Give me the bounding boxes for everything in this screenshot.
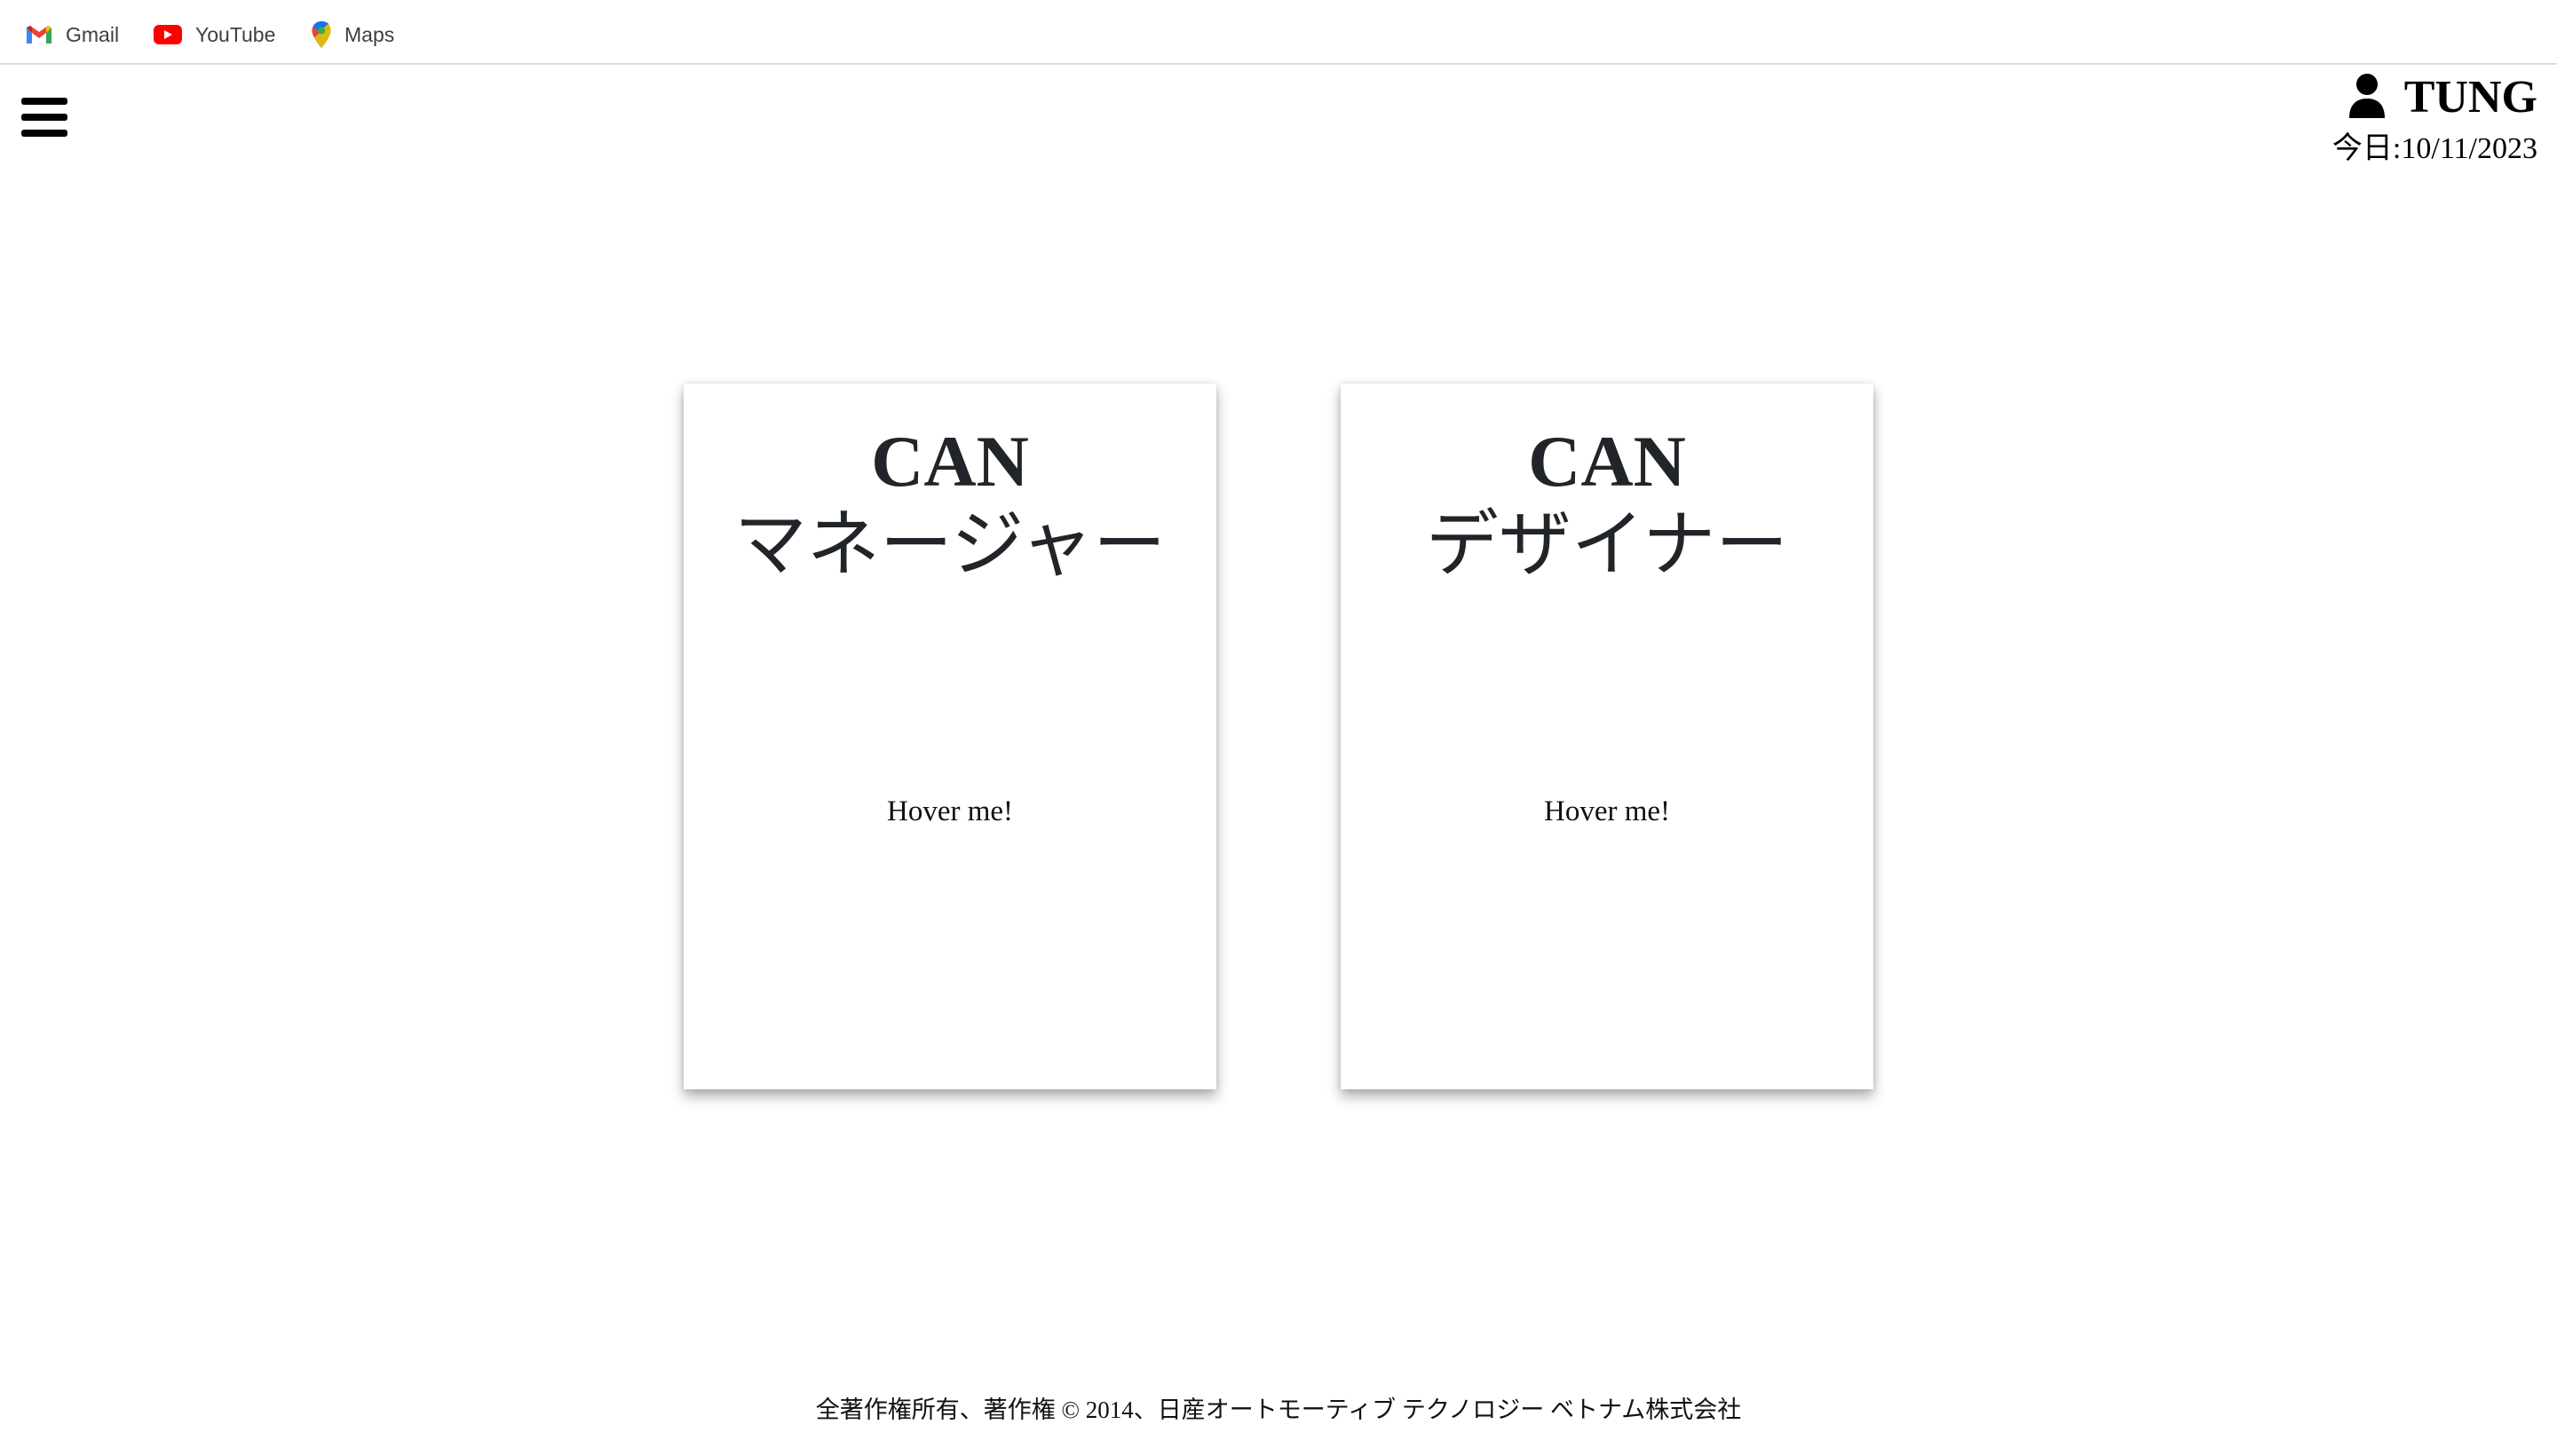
bookmark-gmail[interactable]: Gmail (25, 18, 119, 51)
hamburger-menu-icon[interactable] (21, 96, 67, 138)
card-subtitle: デザイナー (1425, 504, 1789, 585)
gmail-icon (25, 24, 53, 45)
bookmark-label: Maps (344, 22, 395, 46)
card-title: CAN (1528, 421, 1686, 502)
footer-copyright: 全著作権所有、著作権 © 2014、日産オートモーティブ テクノロジー ベトナム… (815, 1397, 1742, 1423)
card-hover-text: Hover me! (1543, 795, 1671, 827)
maps-icon (311, 20, 332, 49)
user-icon (2347, 73, 2387, 123)
card-can-designer[interactable]: CAN デザイナー Hover me! (1341, 384, 1873, 1089)
bookmark-youtube[interactable]: YouTube (153, 18, 275, 51)
card-subtitle: マネージャー (733, 504, 1167, 585)
bookmark-label: Gmail (66, 22, 120, 46)
user-info[interactable]: TUNG (2347, 71, 2537, 124)
bookmark-label: YouTube (195, 22, 276, 46)
card-hover-text: Hover me! (886, 795, 1014, 827)
card-can-manager[interactable]: CAN マネージャー Hover me! (684, 384, 1216, 1089)
user-name: TUNG (2403, 72, 2537, 123)
bookmarks-bar: Gmail YouTube Maps (0, 0, 2557, 65)
today-date: 今日:10/11/2023 (2331, 132, 2537, 165)
card-title: CAN (871, 421, 1029, 502)
user-area: TUNG 今日:10/11/2023 (2165, 71, 2537, 178)
youtube-icon (153, 24, 183, 45)
bookmark-maps[interactable]: Maps (311, 18, 394, 51)
